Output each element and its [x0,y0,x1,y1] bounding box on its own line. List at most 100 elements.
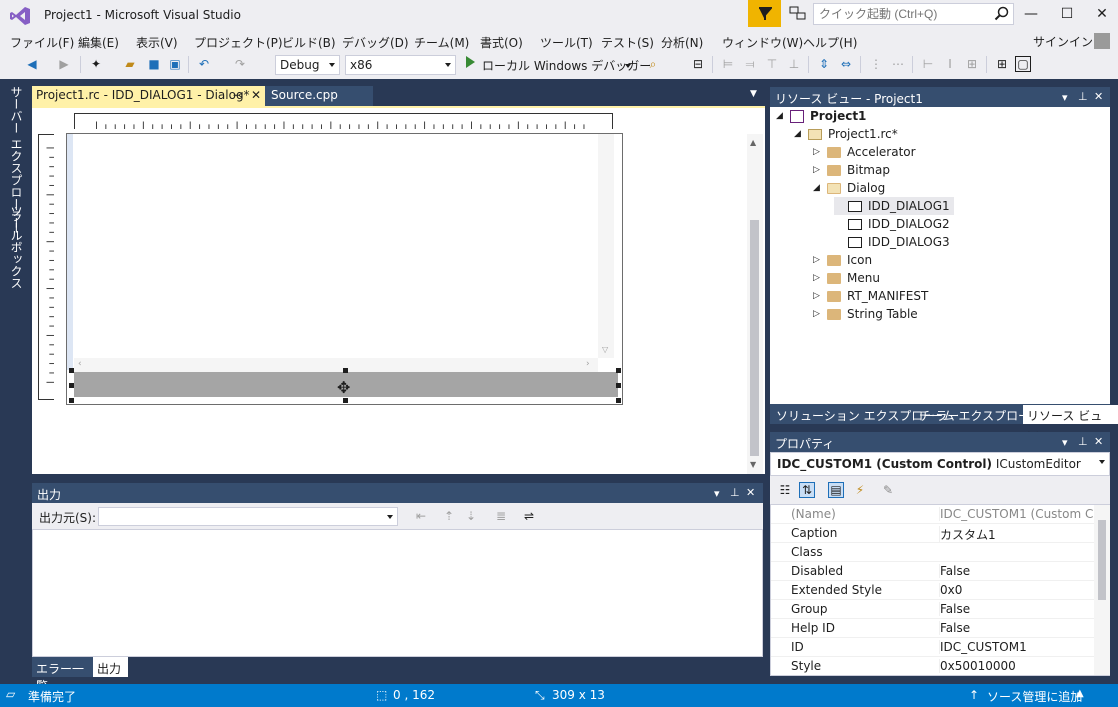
maximize-button[interactable]: ☐ [1050,0,1084,28]
pin-icon[interactable]: ⊥ [730,486,740,499]
quick-launch-input[interactable] [813,3,1014,25]
source-control-button[interactable]: ソース管理に追加 [987,688,1082,705]
center-horizontal-icon[interactable]: ⇔ [838,56,854,72]
tree-item-project[interactable]: ◢ Project1 [776,107,866,125]
property-pages-icon[interactable]: ✎ [880,482,896,498]
property-row[interactable]: Class [771,543,1095,562]
output-source-select[interactable] [98,507,398,526]
close-icon[interactable]: ✕ [1094,435,1103,448]
tree-item-rt-manifest[interactable]: ▷ RT_MANIFEST [813,287,928,305]
platform-select[interactable]: x86 [345,55,456,75]
dialog-test-icon[interactable]: ⊟ [690,56,706,72]
menu-test[interactable]: テスト(S) [601,34,654,51]
resize-handle[interactable] [343,368,348,373]
events-icon[interactable]: ⚡ [852,482,868,498]
tree-expand-icon[interactable]: ▷ [813,273,823,283]
pin-icon[interactable]: ⊥ [1078,90,1088,103]
signin-link[interactable]: サインイン [1033,33,1093,50]
tree-item-dialog[interactable]: ◢ Dialog [813,179,885,197]
close-icon[interactable]: ✕ [1094,90,1103,103]
menu-project[interactable]: プロジェクト(P) [194,34,283,51]
chevron-up-icon[interactable]: ▲ [1076,688,1084,699]
pin-icon[interactable]: ⊸ [233,88,243,102]
tree-item-accelerator[interactable]: ▷ Accelerator [813,143,916,161]
new-project-icon[interactable]: ✦ [88,56,104,72]
resize-handle[interactable] [616,398,621,403]
space-down-icon[interactable]: ⋯ [890,56,906,72]
align-top-icon[interactable]: ⊤ [764,56,780,72]
categorized-icon[interactable]: ☷ [777,482,793,498]
property-row[interactable]: (Name) IDC_CUSTOM1 (Custom Contr [771,505,1095,524]
tree-expand-icon[interactable]: ◢ [776,111,786,121]
toggle-guides-icon[interactable]: ▢ [1015,56,1031,72]
close-icon[interactable]: ✕ [746,486,755,499]
property-value[interactable]: False [939,564,1095,578]
menu-team[interactable]: チーム(M) [414,34,469,51]
property-row[interactable]: Help ID False [771,619,1095,638]
menu-window[interactable]: ウィンドウ(W) [722,34,803,51]
tab-resource-view[interactable]: リソース ビュー [1023,405,1118,440]
resize-handle[interactable] [343,398,348,403]
menu-file[interactable]: ファイル(F) [10,34,74,51]
tree-item-idd-dialog3[interactable]: IDD_DIALOG3 [834,233,950,251]
word-wrap-icon[interactable]: ⇌ [524,509,534,523]
notification-flag-icon[interactable] [748,0,781,27]
property-value[interactable]: 0x50010000 [939,659,1095,673]
menu-build[interactable]: ビルド(B) [282,34,336,51]
next-message-icon[interactable]: ⇣ [466,509,476,523]
toolbox-tab[interactable]: ツールボックス [8,205,25,289]
tree-item-idd-dialog1[interactable]: IDD_DIALOG1 [834,197,954,215]
tab-dialog-editor[interactable]: Project1.rc - IDD_DIALOG1 - Dialog* ⊸ ✕ [32,86,265,106]
source-control-icon[interactable]: ↑ [969,688,979,702]
scrollbar-thumb[interactable] [1098,520,1106,600]
make-same-height-icon[interactable]: Ι [942,56,958,72]
property-value[interactable]: False [939,602,1095,616]
property-value[interactable]: カスタム1 [939,526,1095,543]
output-text-area[interactable] [32,529,763,657]
open-file-icon[interactable]: ▰ [122,56,138,72]
horizontal-ruler[interactable] [74,113,613,129]
tab-output[interactable]: 出力 [93,657,128,677]
save-icon[interactable]: ■ [146,56,162,72]
property-row[interactable]: Caption カスタム1 [771,524,1095,543]
tree-item-rc-file[interactable]: ◢ Project1.rc* [794,125,898,143]
dialog-horizontal-scrollbar[interactable]: ‹ › [74,358,598,372]
scroll-up-icon[interactable]: ▲ [750,138,756,147]
property-row[interactable]: Extended Style 0x0 [771,581,1095,600]
properties-object-select[interactable]: IDC_CUSTOM1 (Custom Control) ICustomEdit… [770,452,1110,476]
tree-item-idd-dialog2[interactable]: IDD_DIALOG2 [834,215,950,233]
start-debug-icon[interactable] [466,56,475,68]
panel-menu-icon[interactable]: ▾ [714,487,720,500]
avatar[interactable] [1094,33,1110,49]
find-icon[interactable]: ⌕ [645,56,661,72]
solution-config-select[interactable]: Debug [275,55,340,75]
go-to-line-icon[interactable]: ⇤ [416,509,426,523]
panel-menu-icon[interactable]: ▾ [1062,91,1068,104]
close-button[interactable]: ✕ [1085,0,1118,28]
property-value[interactable]: IDC_CUSTOM1 [939,640,1095,654]
tree-expand-icon[interactable]: ◢ [813,183,823,193]
prev-message-icon[interactable]: ⇡ [444,509,454,523]
resize-handle[interactable] [616,368,621,373]
toggle-grid-icon[interactable]: ⊞ [994,56,1010,72]
menu-help[interactable]: ヘルプ(H) [803,34,857,51]
menu-edit[interactable]: 編集(E) [78,34,119,51]
tree-expand-icon[interactable]: ▷ [813,291,823,301]
vertical-ruler[interactable] [38,134,54,400]
property-row[interactable]: Disabled False [771,562,1095,581]
make-same-size-icon[interactable]: ⊞ [964,56,980,72]
tab-source-cpp[interactable]: Source.cpp [265,86,373,106]
undo-icon[interactable]: ↶ [196,56,212,72]
menu-tools[interactable]: ツール(T) [540,34,593,51]
resize-handle[interactable] [69,368,74,373]
align-bottom-icon[interactable]: ⊥ [786,56,802,72]
alphabetical-icon[interactable]: ⇅ [799,482,815,498]
menu-debug[interactable]: デバッグ(D) [342,34,409,51]
align-right-icon[interactable]: ⫤ [742,56,758,72]
resize-handle[interactable] [616,383,621,388]
resize-handle[interactable] [69,398,74,403]
save-all-icon[interactable]: ▣ [167,56,183,72]
tree-expand-icon[interactable]: ▷ [813,147,823,157]
tree-expand-icon[interactable]: ▷ [813,309,823,319]
back-icon[interactable]: ◀ [24,56,40,72]
